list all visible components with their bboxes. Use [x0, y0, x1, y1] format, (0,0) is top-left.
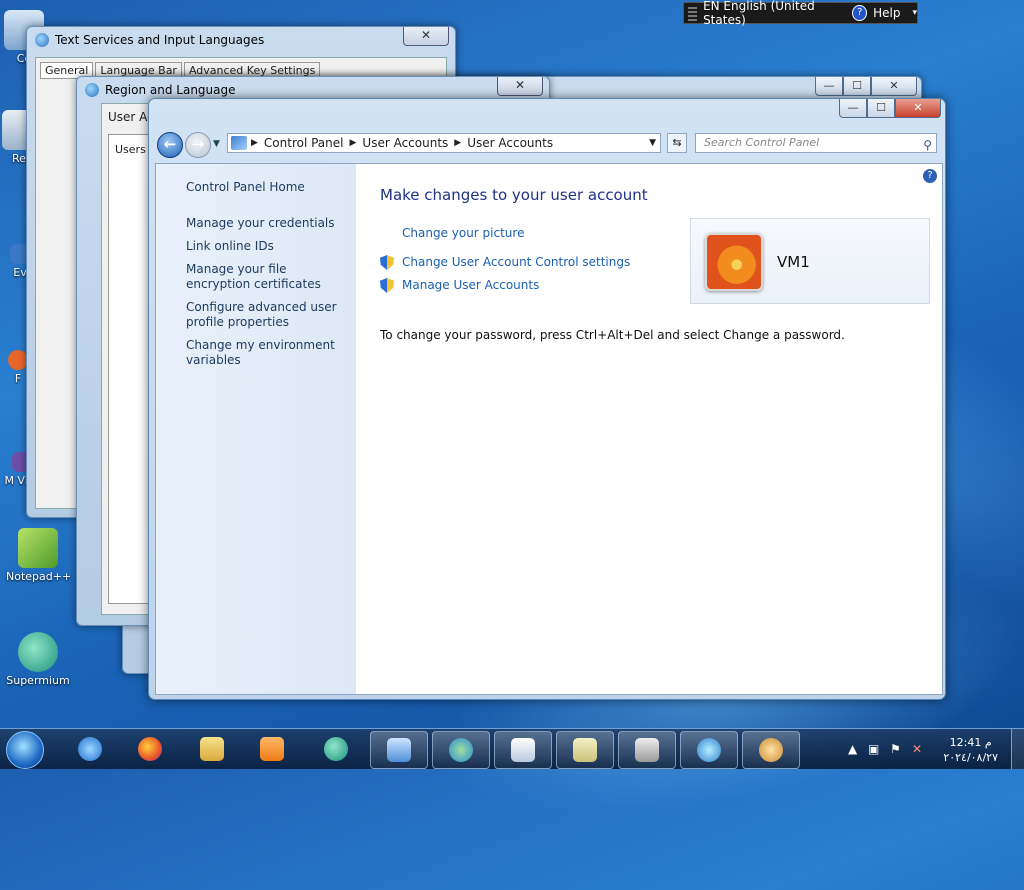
internet-explorer-icon — [78, 737, 102, 761]
taskbar-network[interactable] — [432, 731, 490, 769]
task-pane: Control Panel Home Manage your credentia… — [156, 164, 356, 694]
page-title: Make changes to your user account — [380, 186, 648, 204]
control-panel-icon — [387, 738, 411, 762]
navigation-bar: ← → ▼ ▶ Control Panel ▶ User Accounts ▶ … — [155, 129, 939, 158]
taskbar-keyboard[interactable] — [556, 731, 614, 769]
supermium-icon — [324, 737, 348, 761]
window-title: Region and Language — [105, 83, 236, 97]
globe-icon — [85, 83, 99, 97]
network-tray-icon[interactable]: ▣ — [868, 742, 879, 756]
taskbar-disk[interactable] — [618, 731, 676, 769]
taskbar-calendar[interactable] — [494, 731, 552, 769]
clock-date: ٢٠٢٤/٠٨/٢٧ — [943, 751, 998, 764]
desktop-icon-supermium[interactable]: Supermium — [6, 632, 70, 687]
link-change-picture[interactable]: Change your picture — [402, 226, 524, 240]
user-accounts-window[interactable]: — ☐ ✕ ← → ▼ ▶ Control Panel ▶ User Accou… — [148, 98, 946, 700]
options-chevron-icon[interactable]: ▾ — [912, 8, 917, 18]
taskbar-media-player[interactable] — [244, 731, 300, 767]
taskbar-control-panel[interactable] — [370, 731, 428, 769]
address-dropdown-icon[interactable]: ▼ — [649, 138, 656, 148]
folder-icon — [200, 737, 224, 761]
help-icon[interactable]: ? — [922, 168, 938, 184]
search-placeholder: Search Control Panel — [704, 136, 820, 149]
globe-icon — [35, 33, 49, 47]
network-icon — [449, 738, 473, 762]
link-online-ids[interactable]: Link online IDs — [186, 239, 346, 254]
firefox-icon — [138, 737, 162, 761]
help-icon[interactable]: ? — [852, 5, 868, 21]
link-manage-credentials[interactable]: Manage your credentials — [186, 216, 346, 231]
globe-icon — [697, 738, 721, 762]
language-bar[interactable]: EN English (United States) ? Help ▾ — [683, 0, 918, 27]
address-bar[interactable]: ▶ Control Panel ▶ User Accounts ▶ User A… — [227, 133, 661, 153]
volume-muted-icon[interactable]: ✕ — [912, 742, 922, 756]
taskbar-file-explorer[interactable] — [184, 731, 240, 767]
close-button[interactable]: ✕ — [403, 27, 449, 46]
maximize-button[interactable]: ☐ — [867, 99, 895, 118]
taskbar-firefox[interactable] — [122, 731, 178, 767]
taskbar-internet-explorer[interactable] — [62, 731, 118, 767]
taskbar-users[interactable] — [742, 731, 800, 769]
firefox-icon — [8, 350, 28, 370]
link-advanced-profile-properties[interactable]: Configure advanced user profile properti… — [186, 300, 346, 330]
control-panel-icon — [231, 136, 247, 150]
show-hidden-icons-chevron-icon[interactable]: ▲ — [848, 742, 857, 756]
forward-arrow-icon[interactable]: → — [185, 132, 211, 158]
start-button[interactable] — [6, 731, 44, 769]
notepad-plus-plus-icon — [18, 528, 58, 568]
breadcrumb-separator-icon[interactable]: ▶ — [454, 138, 461, 148]
password-note: To change your password, press Ctrl+Alt+… — [380, 328, 845, 342]
calendar-icon — [511, 738, 535, 762]
link-file-encryption-certificates[interactable]: Manage your file encryption certificates — [186, 262, 346, 292]
link-environment-variables[interactable]: Change my environment variables — [186, 338, 346, 368]
window-title: User Ac — [108, 110, 154, 124]
maximize-button[interactable]: ☐ — [843, 77, 871, 96]
user-name: VM1 — [777, 253, 810, 271]
taskbar-globe[interactable] — [680, 731, 738, 769]
search-input[interactable]: Search Control Panel ⚲ — [695, 133, 937, 153]
minimize-button[interactable]: — — [815, 77, 843, 96]
main-pane: ? Make changes to your user account Chan… — [356, 164, 942, 694]
refresh-button[interactable]: ⇆ — [667, 133, 687, 153]
input-language[interactable]: EN English (United States) — [703, 0, 846, 27]
content-area: Control Panel Home Manage your credentia… — [155, 163, 943, 695]
breadcrumb-user-accounts-current[interactable]: User Accounts — [467, 136, 553, 150]
close-button[interactable]: ✕ — [871, 77, 917, 96]
show-desktop-button[interactable] — [1011, 729, 1024, 769]
clock-time: 12:41 م — [949, 736, 992, 749]
breadcrumb-user-accounts[interactable]: User Accounts — [362, 136, 448, 150]
disk-icon — [635, 738, 659, 762]
link-manage-user-accounts[interactable]: Manage User Accounts — [402, 278, 539, 292]
uac-shield-icon — [380, 255, 394, 270]
tab-users[interactable]: Users — [115, 143, 146, 156]
link-change-uac-settings[interactable]: Change User Account Control settings — [402, 255, 630, 269]
window-title: Text Services and Input Languages — [55, 33, 265, 47]
grip-handle[interactable] — [688, 5, 698, 21]
taskbar: ▲ ▣ ⚑ ✕ 12:41 م ٢٠٢٤/٠٨/٢٧ — [0, 728, 1024, 769]
user-card: VM1 — [690, 218, 930, 304]
taskbar-supermium[interactable] — [308, 731, 364, 767]
avatar[interactable] — [705, 233, 763, 291]
help-label[interactable]: Help — [873, 6, 900, 20]
close-button[interactable]: ✕ — [497, 77, 543, 96]
system-tray: ▲ ▣ ⚑ ✕ 12:41 م ٢٠٢٤/٠٨/٢٧ — [844, 729, 1024, 769]
close-button[interactable]: ✕ — [895, 99, 941, 118]
back-arrow-icon[interactable]: ← — [157, 132, 183, 158]
clock[interactable]: 12:41 م ٢٠٢٤/٠٨/٢٧ — [943, 735, 998, 765]
users-icon — [759, 738, 783, 762]
breadcrumb-control-panel[interactable]: Control Panel — [264, 136, 344, 150]
desktop-icon-notepad-plus-plus[interactable]: Notepad++ — [6, 528, 71, 583]
action-center-flag-icon[interactable]: ⚑ — [890, 742, 901, 756]
recent-pages-chevron-icon[interactable]: ▼ — [213, 139, 220, 149]
uac-shield-icon — [380, 278, 394, 293]
refresh-icon: ⇆ — [672, 136, 682, 149]
supermium-icon — [18, 632, 58, 672]
breadcrumb-separator-icon[interactable]: ▶ — [251, 138, 258, 148]
media-player-icon — [260, 737, 284, 761]
breadcrumb-separator-icon[interactable]: ▶ — [350, 138, 357, 148]
link-control-panel-home[interactable]: Control Panel Home — [186, 180, 346, 195]
minimize-button[interactable]: — — [839, 99, 867, 118]
keyboard-icon — [573, 738, 597, 762]
search-icon[interactable]: ⚲ — [923, 136, 932, 154]
